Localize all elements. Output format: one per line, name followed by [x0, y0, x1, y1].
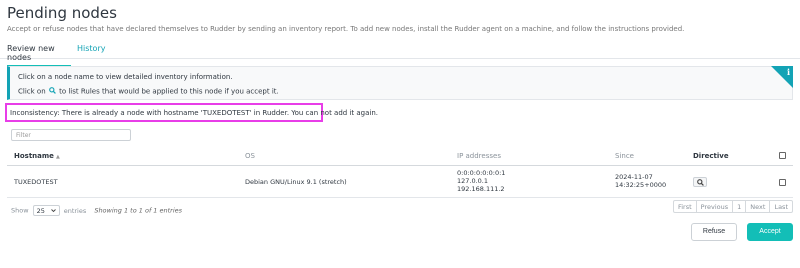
row-select-checkbox[interactable] [779, 179, 786, 186]
tab-history[interactable]: History [77, 44, 105, 53]
tab-review-new-nodes[interactable]: Review new nodes [7, 44, 71, 67]
page-title: Pending nodes [7, 4, 117, 22]
node-ip-2: 127.0.0.1 [457, 177, 489, 185]
filter-input[interactable] [11, 129, 131, 141]
list-rules-button[interactable] [693, 177, 707, 187]
pagination-previous[interactable]: Previous [695, 201, 732, 212]
pending-nodes-table: Hostname ▲ OS IP addresses Since Directiv… [7, 146, 793, 198]
node-hostname-link[interactable]: TUXEDOTEST [14, 178, 58, 186]
table-header: Hostname ▲ OS IP addresses Since Directiv… [7, 146, 793, 166]
accept-button[interactable]: Accept [747, 223, 793, 241]
search-icon [697, 179, 704, 186]
showing-info: Showing 1 to 1 of 1 entries [94, 206, 183, 215]
info-line2-suffix: to list Rules that would be applied to t… [59, 87, 279, 96]
show-label: Show [11, 206, 29, 215]
table-row: TUXEDOTEST Debian GNU/Linux 9.1 (stretch… [7, 166, 793, 198]
refuse-button[interactable]: Refuse [691, 223, 737, 241]
entries-label: entries [63, 206, 87, 215]
column-header-directive: Directive [693, 152, 729, 160]
pagination-last[interactable]: Last [769, 201, 792, 212]
info-box: Click on a node name to view detailed in… [7, 66, 793, 100]
pagination-page-1[interactable]: 1 [732, 201, 745, 212]
node-since: 2024-11-07 14:32:25+0000 [615, 173, 666, 189]
column-header-os[interactable]: OS [245, 152, 255, 160]
column-header-ip-addresses[interactable]: IP addresses [457, 152, 501, 160]
inconsistency-warning: Inconsistency: There is already a node w… [5, 103, 378, 122]
pagination: First Previous 1 Next Last [672, 200, 793, 213]
info-text-line1: Click on a node name to view detailed in… [18, 73, 233, 81]
page-description: Accept or refuse nodes that have declare… [7, 25, 685, 33]
node-since-time: 14:32:25+0000 [615, 181, 667, 189]
column-header-hostname-label: Hostname [14, 152, 54, 160]
node-ip-3: 192.168.111.2 [457, 185, 505, 193]
page-size-value: 25 [36, 207, 45, 215]
info-text-line2: Click on to list Rules that would be app… [18, 87, 279, 96]
sort-asc-icon: ▲ [55, 154, 60, 160]
pagination-first[interactable]: First [674, 201, 696, 212]
chevron-down-icon [50, 209, 56, 213]
node-ip-addresses: 0:0:0:0:0:0:0:1 127.0.0.1 192.168.111.2 [457, 169, 505, 193]
info-line2-prefix: Click on [18, 87, 46, 96]
info-corner: i [771, 66, 793, 88]
node-ip-1: 0:0:0:0:0:0:0:1 [457, 169, 506, 177]
node-since-date: 2024-11-07 [615, 173, 653, 181]
pagination-next[interactable]: Next [745, 201, 769, 212]
column-header-since[interactable]: Since [615, 152, 634, 160]
tab-bar: Review new nodes History [0, 42, 800, 67]
select-all-checkbox[interactable] [779, 152, 786, 159]
table-length-control: Show 25 entries Showing 1 to 1 of 1 entr… [11, 205, 182, 216]
column-header-hostname[interactable]: Hostname ▲ [14, 152, 60, 160]
node-os: Debian GNU/Linux 9.1 (stretch) [245, 178, 347, 186]
page-size-select[interactable]: 25 [32, 205, 60, 216]
search-icon [48, 87, 56, 96]
info-icon: i [786, 67, 790, 77]
